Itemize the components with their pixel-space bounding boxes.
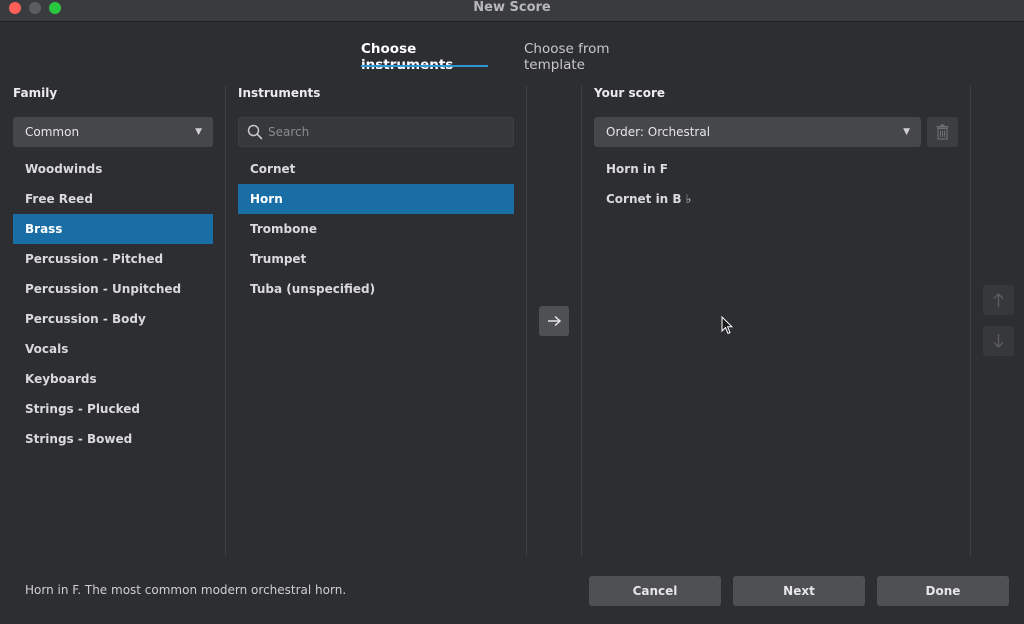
cancel-button[interactable]: Cancel	[589, 576, 721, 606]
chevron-down-icon: ▼	[195, 127, 202, 137]
family-item-brass[interactable]: Brass	[13, 214, 213, 244]
family-item-keyboards[interactable]: Keyboards	[13, 364, 213, 394]
window-title: New Score	[473, 0, 551, 15]
family-dropdown[interactable]: Common ▼	[13, 117, 213, 147]
family-item-percussion-pitched[interactable]: Percussion - Pitched	[13, 244, 213, 274]
column-divider	[970, 86, 971, 556]
instrument-item-cornet[interactable]: Cornet	[238, 154, 514, 184]
instrument-description: Horn in F. The most common modern orches…	[25, 583, 347, 597]
title-bar: New Score	[0, 0, 1024, 22]
trash-icon	[936, 124, 949, 140]
arrow-right-icon	[548, 315, 562, 327]
mouse-cursor-icon	[721, 316, 733, 335]
column-divider	[526, 86, 527, 556]
family-item-percussion-body[interactable]: Percussion - Body	[13, 304, 213, 334]
your-score-title: Your score	[594, 86, 666, 100]
instruments-title: Instruments	[238, 86, 321, 100]
family-dropdown-value: Common	[25, 125, 80, 139]
instrument-item-horn[interactable]: Horn	[238, 184, 514, 214]
next-button[interactable]: Next	[733, 576, 865, 606]
score-item-cornet-in-b-flat[interactable]: Cornet in B ♭	[594, 184, 921, 214]
family-item-woodwinds[interactable]: Woodwinds	[13, 154, 213, 184]
column-divider	[581, 86, 582, 556]
family-item-percussion-unpitched[interactable]: Percussion - Unpitched	[13, 274, 213, 304]
instrument-search-box[interactable]	[238, 117, 514, 147]
arrow-up-icon	[993, 292, 1004, 307]
chevron-down-icon: ▼	[903, 127, 910, 137]
move-down-button[interactable]	[983, 326, 1014, 356]
score-item-horn-in-f[interactable]: Horn in F	[594, 154, 921, 184]
column-divider	[225, 86, 226, 556]
add-to-score-button[interactable]	[539, 306, 569, 336]
tab-choose-instruments[interactable]: Choose instruments	[361, 41, 488, 73]
family-item-strings-bowed[interactable]: Strings - Bowed	[13, 424, 213, 454]
delete-instrument-button[interactable]	[927, 117, 958, 147]
tab-choose-from-template[interactable]: Choose from template	[524, 41, 674, 73]
move-up-button[interactable]	[983, 285, 1014, 315]
order-dropdown-value: Order: Orchestral	[606, 125, 711, 139]
family-item-free-reed[interactable]: Free Reed	[13, 184, 213, 214]
done-button[interactable]: Done	[877, 576, 1009, 606]
search-icon	[247, 124, 263, 140]
family-item-vocals[interactable]: Vocals	[13, 334, 213, 364]
search-input[interactable]	[268, 118, 508, 146]
family-item-strings-plucked[interactable]: Strings - Plucked	[13, 394, 213, 424]
order-dropdown[interactable]: Order: Orchestral ▼	[594, 117, 921, 147]
family-title: Family	[13, 86, 58, 100]
arrow-down-icon	[993, 334, 1004, 349]
instrument-item-tuba[interactable]: Tuba (unspecified)	[238, 274, 514, 304]
instrument-item-trumpet[interactable]: Trumpet	[238, 244, 514, 274]
instrument-item-trombone[interactable]: Trombone	[238, 214, 514, 244]
